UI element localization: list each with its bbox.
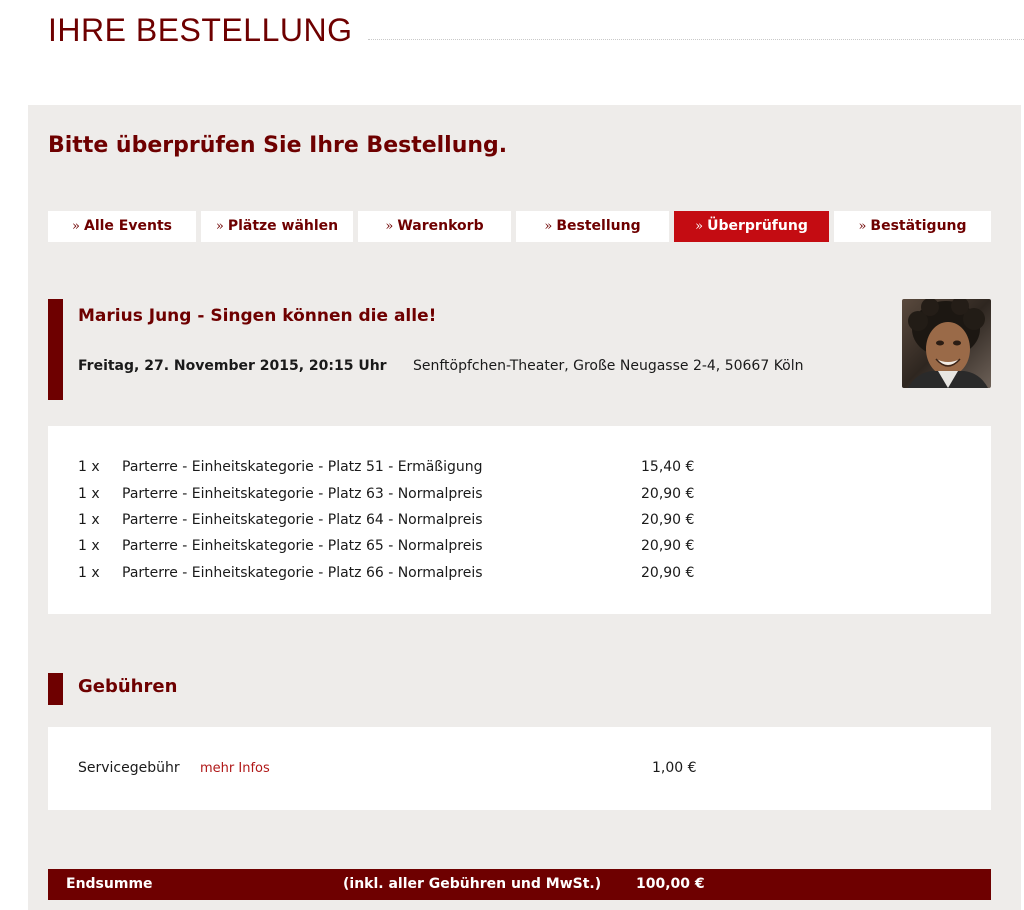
event-date: Freitag, 27. November 2015, 20:15 Uhr <box>78 358 387 374</box>
total-label: Endsumme <box>66 876 153 892</box>
service-fee-label: Servicegebühr <box>78 760 180 776</box>
ticket-quantity: 1 x <box>78 538 100 554</box>
more-info-link[interactable]: mehr Infos <box>200 761 270 776</box>
ticket-quantity: 1 x <box>78 459 100 475</box>
ticket-price: 15,40 € <box>641 459 695 475</box>
ticket-price: 20,90 € <box>641 565 695 581</box>
ticket-description: Parterre - Einheitskategorie - Platz 51 … <box>122 459 483 475</box>
step-label: Bestellung <box>556 218 641 234</box>
step-label: Plätze wählen <box>227 218 339 234</box>
ticket-quantity: 1 x <box>78 512 100 528</box>
step-label: Warenkorb <box>397 218 484 234</box>
total-bar: Endsumme (inkl. aller Gebühren und MwSt.… <box>48 869 991 900</box>
step-bestellung[interactable]: » Bestellung <box>516 211 669 242</box>
step-prefix: » <box>72 219 80 234</box>
ticket-description: Parterre - Einheitskategorie - Platz 65 … <box>122 538 483 554</box>
step-ueberpruefung[interactable]: » Überprüfung <box>674 211 829 242</box>
event-summary: Marius Jung - Singen können die alle! Fr… <box>48 299 991 400</box>
ticket-price: 20,90 € <box>641 538 695 554</box>
service-fee-price: 1,00 € <box>652 760 697 776</box>
page-title: IHRE BESTELLUNG <box>48 12 353 48</box>
ticket-price: 20,90 € <box>641 512 695 528</box>
ticket-list: 1 x Parterre - Einheitskategorie - Platz… <box>48 426 991 614</box>
ticket-quantity: 1 x <box>78 486 100 502</box>
panel-heading: Bitte überprüfen Sie Ihre Bestellung. <box>48 133 508 158</box>
fees-heading-accent <box>48 673 63 705</box>
ticket-description: Parterre - Einheitskategorie - Platz 66 … <box>122 565 483 581</box>
event-accent-bar <box>48 299 63 400</box>
step-warenkorb[interactable]: » Warenkorb <box>358 211 511 242</box>
step-label: Alle Events <box>83 218 172 234</box>
step-prefix: » <box>215 219 224 234</box>
total-amount: 100,00 € <box>636 876 705 892</box>
step-label: Bestätigung <box>870 218 967 234</box>
ticket-quantity: 1 x <box>78 565 100 581</box>
ticket-description: Parterre - Einheitskategorie - Platz 63 … <box>122 486 483 502</box>
step-label: Überprüfung <box>707 218 808 234</box>
step-prefix: » <box>544 219 553 234</box>
step-bestaetigung[interactable]: » Bestätigung <box>834 211 991 242</box>
step-prefix: » <box>695 219 704 234</box>
checkout-steps-nav: » Alle Events » Plätze wählen » Warenkorb »… <box>48 211 991 242</box>
step-alle-events[interactable]: » Alle Events <box>48 211 196 242</box>
fees-box: Servicegebühr mehr Infos 1,00 € <box>48 727 991 810</box>
title-divider <box>368 39 1024 40</box>
artist-photo <box>902 299 991 388</box>
total-note: (inkl. aller Gebühren und MwSt.) <box>343 876 602 892</box>
step-prefix: » <box>385 219 394 234</box>
step-prefix: » <box>858 219 867 234</box>
event-title: Marius Jung - Singen können die alle! <box>78 306 437 326</box>
ticket-description: Parterre - Einheitskategorie - Platz 64 … <box>122 512 483 528</box>
step-plaetze-waehlen[interactable]: » Plätze wählen <box>201 211 353 242</box>
ticket-price: 20,90 € <box>641 486 695 502</box>
fees-heading: Gebühren <box>78 676 178 697</box>
event-venue: Senftöpfchen-Theater, Große Neugasse 2-4… <box>413 358 804 374</box>
